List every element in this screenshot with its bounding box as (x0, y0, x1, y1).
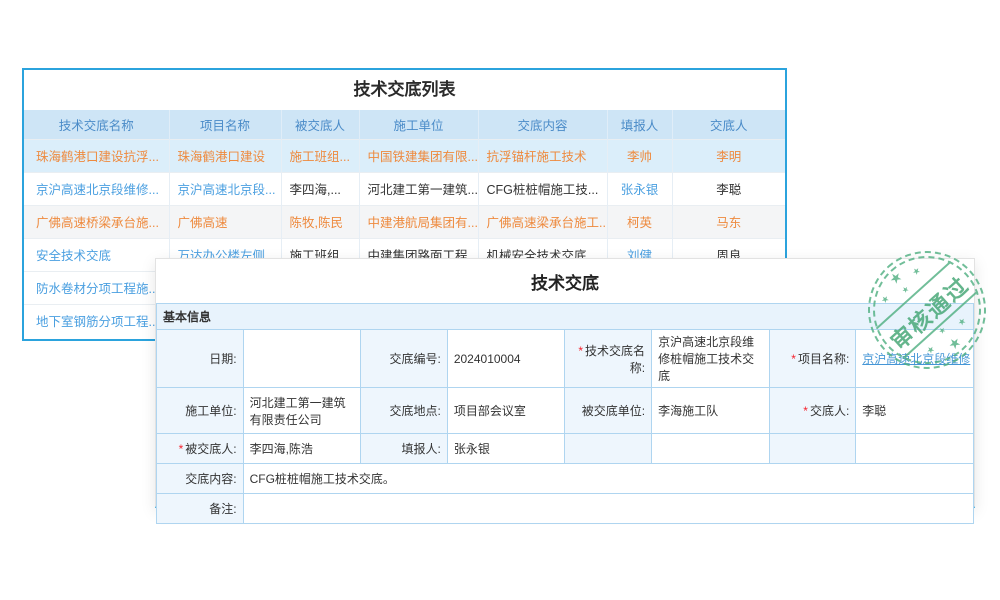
disclosure-name-label: *技术交底名称: (565, 330, 652, 388)
col-header-disclosure-name: 技术交底名称 (24, 110, 169, 139)
required-asterisk: * (179, 442, 184, 456)
content-cell: CFG桩桩帽施工技... (478, 172, 607, 205)
contractor-field[interactable]: 河北建工第一建筑有限责任公司 (243, 388, 361, 434)
content-cell: 广佛高速梁承台施工... (478, 205, 607, 238)
project-name-cell[interactable]: 京沪高速北京段... (169, 172, 281, 205)
reporter-cell: 李帅 (607, 139, 672, 172)
list-title: 技术交底列表 (24, 70, 785, 110)
table-header-row: 技术交底名称 项目名称 被交底人 施工单位 交底内容 填报人 交底人 (24, 110, 785, 139)
receiver-field[interactable]: 李四海,陈浩 (243, 434, 361, 464)
remarks-field[interactable] (243, 494, 973, 524)
disclosure-name-link[interactable]: 防水卷材分项工程施... (24, 271, 169, 304)
disclosure-name-link[interactable]: 广佛高速桥梁承台施... (24, 205, 169, 238)
required-asterisk: * (791, 352, 796, 366)
empty-field (652, 434, 770, 464)
content-field[interactable]: CFG桩桩帽施工技术交底。 (243, 464, 973, 494)
disclosure-name-field[interactable]: 京沪高速北京段维修桩帽施工技术交底 (652, 330, 770, 388)
detail-form-table: 基本信息 日期: 交底编号: 2024010004 *技术交底名称: 京沪高速北… (156, 303, 974, 524)
empty-label (565, 434, 652, 464)
col-header-discloser: 交底人 (672, 110, 785, 139)
disclosure-name-link[interactable]: 安全技术交底 (24, 238, 169, 271)
date-field[interactable] (243, 330, 361, 388)
project-link[interactable]: 京沪高速北京段维修 (862, 352, 970, 366)
receiver-cell: 陈牧,陈民 (281, 205, 359, 238)
disclosure-no-label: 交底编号: (361, 330, 448, 388)
detail-title: 技术交底 (156, 259, 974, 303)
receiver-label: *被交底人: (157, 434, 244, 464)
disclosure-name-link[interactable]: 珠海鹤港口建设抗浮... (24, 139, 169, 172)
table-row: 京沪高速北京段维修... 京沪高速北京段... 李四海,... 河北建工第一建筑… (24, 172, 785, 205)
empty-label (769, 434, 856, 464)
disclosure-detail-dialog: 技术交底 基本信息 日期: 交底编号: 2024010004 *技术交底名称: … (155, 258, 975, 508)
disclosure-name-link[interactable]: 京沪高速北京段维修... (24, 172, 169, 205)
content-cell: 抗浮锚杆施工技术 (478, 139, 607, 172)
location-label: 交底地点: (361, 388, 448, 434)
discloser-cell: 李聪 (672, 172, 785, 205)
receiver-cell: 李四海,... (281, 172, 359, 205)
discloser-cell: 马东 (672, 205, 785, 238)
reporter-label: 填报人: (361, 434, 448, 464)
contractor-cell: 河北建工第一建筑... (359, 172, 478, 205)
col-header-receiver: 被交底人 (281, 110, 359, 139)
disclosure-no-field[interactable]: 2024010004 (447, 330, 565, 388)
col-header-contractor: 施工单位 (359, 110, 478, 139)
receiving-unit-field[interactable]: 李海施工队 (652, 388, 770, 434)
table-row: 广佛高速桥梁承台施... 广佛高速 陈牧,陈民 中建港航局集团有... 广佛高速… (24, 205, 785, 238)
project-name-field: 京沪高速北京段维修 (856, 330, 974, 388)
col-header-content: 交底内容 (478, 110, 607, 139)
project-name-cell[interactable]: 广佛高速 (169, 205, 281, 238)
date-label: 日期: (157, 330, 244, 388)
receiver-cell: 施工班组... (281, 139, 359, 172)
content-label: 交底内容: (157, 464, 244, 494)
required-asterisk: * (803, 404, 808, 418)
section-header-basic-info: 基本信息 (157, 304, 974, 330)
remarks-label: 备注: (157, 494, 244, 524)
receiving-unit-label: 被交底单位: (565, 388, 652, 434)
reporter-field[interactable]: 张永银 (447, 434, 565, 464)
reporter-cell: 柯英 (607, 205, 672, 238)
discloser-field[interactable]: 李聪 (856, 388, 974, 434)
discloser-cell: 李明 (672, 139, 785, 172)
required-asterisk: * (578, 344, 583, 358)
empty-field (856, 434, 974, 464)
col-header-reporter: 填报人 (607, 110, 672, 139)
discloser-label: *交底人: (769, 388, 856, 434)
project-name-label: *项目名称: (769, 330, 856, 388)
col-header-project-name: 项目名称 (169, 110, 281, 139)
table-row: 珠海鹤港口建设抗浮... 珠海鹤港口建设 施工班组... 中国铁建集团有限...… (24, 139, 785, 172)
disclosure-name-link[interactable]: 地下室钢筋分项工程... (24, 304, 169, 337)
contractor-cell: 中建港航局集团有... (359, 205, 478, 238)
project-name-cell[interactable]: 珠海鹤港口建设 (169, 139, 281, 172)
contractor-label: 施工单位: (157, 388, 244, 434)
reporter-cell[interactable]: 张永银 (607, 172, 672, 205)
contractor-cell: 中国铁建集团有限... (359, 139, 478, 172)
location-field[interactable]: 项目部会议室 (447, 388, 565, 434)
